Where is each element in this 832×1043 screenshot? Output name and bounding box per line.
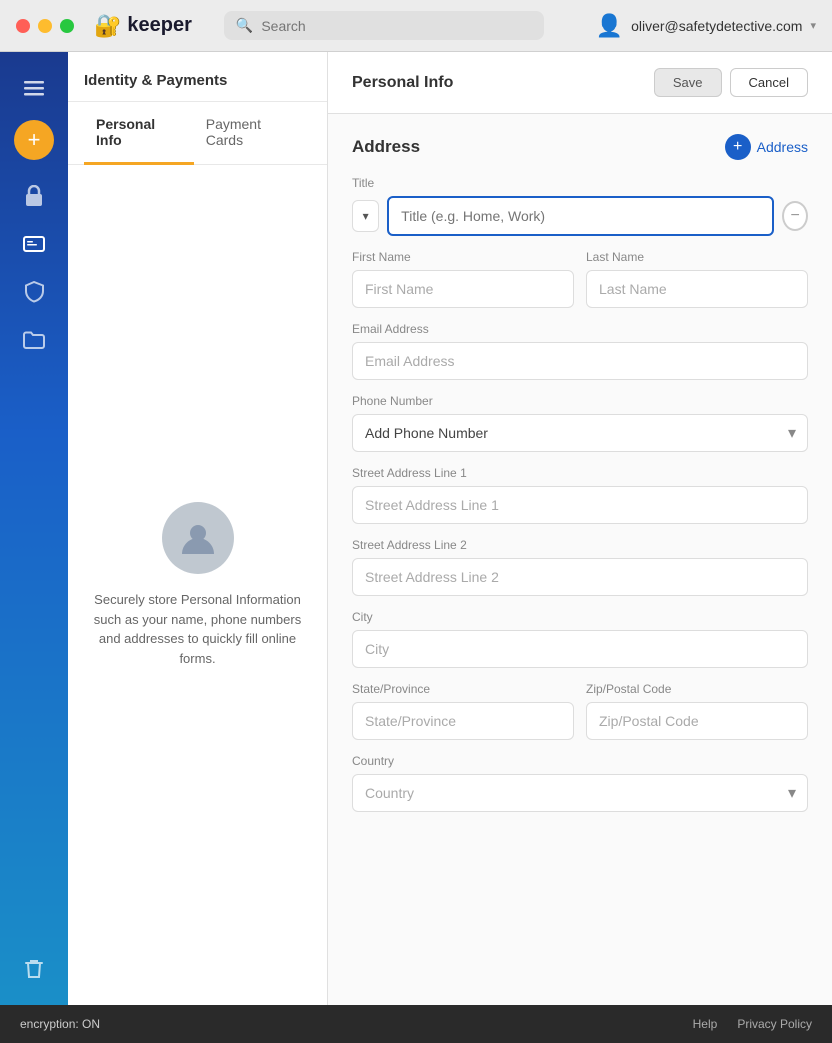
remove-title-button[interactable]: − — [782, 201, 808, 231]
footer-links: Help Privacy Policy — [693, 1017, 812, 1031]
search-bar[interactable]: 🔍 — [224, 11, 544, 40]
menu-icon[interactable] — [14, 68, 54, 108]
logo-icon: 🔐 — [94, 13, 121, 39]
window-controls — [16, 19, 74, 33]
minimize-button[interactable] — [38, 19, 52, 33]
last-name-input[interactable] — [586, 270, 808, 308]
first-name-field: First Name — [352, 250, 574, 308]
phone-label: Phone Number — [352, 394, 808, 408]
city-field: City — [352, 610, 808, 668]
street1-label: Street Address Line 1 — [352, 466, 808, 480]
section-title: Address — [352, 137, 420, 157]
trash-icon[interactable] — [14, 949, 54, 989]
search-icon: 🔍 — [236, 17, 253, 34]
name-row: First Name Last Name — [352, 250, 808, 308]
street2-label: Street Address Line 2 — [352, 538, 808, 552]
state-input[interactable] — [352, 702, 574, 740]
country-dropdown[interactable]: Country United States United Kingdom Can… — [352, 774, 808, 812]
state-field: State/Province — [352, 682, 574, 740]
zip-field: Zip/Postal Code — [586, 682, 808, 740]
email-input[interactable] — [352, 342, 808, 380]
search-input[interactable] — [261, 18, 532, 34]
title-label: Title — [352, 176, 808, 190]
help-link[interactable]: Help — [693, 1017, 718, 1031]
shield-icon[interactable] — [14, 272, 54, 312]
last-name-field: Last Name — [586, 250, 808, 308]
zip-input[interactable] — [586, 702, 808, 740]
title-bar: 🔐 keeper 🔍 👤 oliver@safetydetective.com … — [0, 0, 832, 52]
middle-description: Securely store Personal Information such… — [92, 590, 303, 668]
tab-personal-info[interactable]: Personal Info — [84, 102, 194, 165]
section-header: Address + Address — [352, 134, 808, 160]
street1-input[interactable] — [352, 486, 808, 524]
icon-sidebar: + — [0, 52, 68, 1005]
user-email: oliver@safetydetective.com — [631, 18, 802, 34]
middle-content: Securely store Personal Information such… — [68, 165, 327, 1005]
last-name-label: Last Name — [586, 250, 808, 264]
page-title: Personal Info — [352, 74, 453, 92]
user-avatar-icon: 👤 — [596, 13, 623, 39]
phone-dropdown-wrapper: Add Phone Number — [352, 414, 808, 452]
header-actions: Save Cancel — [654, 68, 808, 97]
phone-dropdown[interactable]: Add Phone Number — [352, 414, 808, 452]
city-input[interactable] — [352, 630, 808, 668]
title-input[interactable] — [387, 196, 774, 236]
logo-text: keeper — [127, 14, 192, 37]
footer: encryption: ON Help Privacy Policy — [0, 1005, 832, 1043]
add-address-label: Address — [757, 139, 808, 155]
right-panel-header: Personal Info Save Cancel — [328, 52, 832, 114]
main-layout: + Identity & Payments Personal Info Paym… — [0, 52, 832, 1005]
email-field: Email Address — [352, 322, 808, 380]
first-name-input[interactable] — [352, 270, 574, 308]
street1-field: Street Address Line 1 — [352, 466, 808, 524]
email-label: Email Address — [352, 322, 808, 336]
zip-label: Zip/Postal Code — [586, 682, 808, 696]
title-field-group: Title ▾ − — [352, 176, 808, 236]
title-dropdown-arrow[interactable]: ▾ — [352, 200, 379, 232]
save-button[interactable]: Save — [654, 68, 722, 97]
right-panel: Personal Info Save Cancel Address + Addr… — [328, 52, 832, 1005]
street2-field: Street Address Line 2 — [352, 538, 808, 596]
tab-payment-cards[interactable]: Payment Cards — [194, 102, 311, 165]
cancel-button[interactable]: Cancel — [730, 68, 808, 97]
phone-field: Phone Number Add Phone Number — [352, 394, 808, 452]
folder-icon[interactable] — [14, 320, 54, 360]
user-menu[interactable]: 👤 oliver@safetydetective.com ▾ — [596, 13, 816, 39]
street2-input[interactable] — [352, 558, 808, 596]
middle-panel-header: Identity & Payments — [68, 52, 327, 102]
maximize-button[interactable] — [60, 19, 74, 33]
identity-card-icon[interactable] — [14, 224, 54, 264]
add-address-button[interactable]: + Address — [725, 134, 808, 160]
encryption-status: encryption: ON — [20, 1017, 100, 1031]
state-zip-row: State/Province Zip/Postal Code — [352, 682, 808, 740]
country-dropdown-wrapper: Country United States United Kingdom Can… — [352, 774, 808, 812]
add-address-circle-icon: + — [725, 134, 751, 160]
title-row: ▾ − — [352, 196, 808, 236]
lock-icon[interactable] — [14, 176, 54, 216]
country-label: Country — [352, 754, 808, 768]
form-body: Address + Address Title ▾ − First Name — [328, 114, 832, 1005]
logo: 🔐 keeper — [94, 13, 192, 39]
tab-bar: Personal Info Payment Cards — [68, 102, 327, 165]
privacy-policy-link[interactable]: Privacy Policy — [737, 1017, 812, 1031]
middle-panel: Identity & Payments Personal Info Paymen… — [68, 52, 328, 1005]
close-button[interactable] — [16, 19, 30, 33]
state-label: State/Province — [352, 682, 574, 696]
first-name-label: First Name — [352, 250, 574, 264]
country-field: Country Country United States United Kin… — [352, 754, 808, 812]
add-button[interactable]: + — [14, 120, 54, 160]
chevron-down-icon: ▾ — [810, 19, 816, 32]
avatar — [162, 502, 234, 574]
city-label: City — [352, 610, 808, 624]
